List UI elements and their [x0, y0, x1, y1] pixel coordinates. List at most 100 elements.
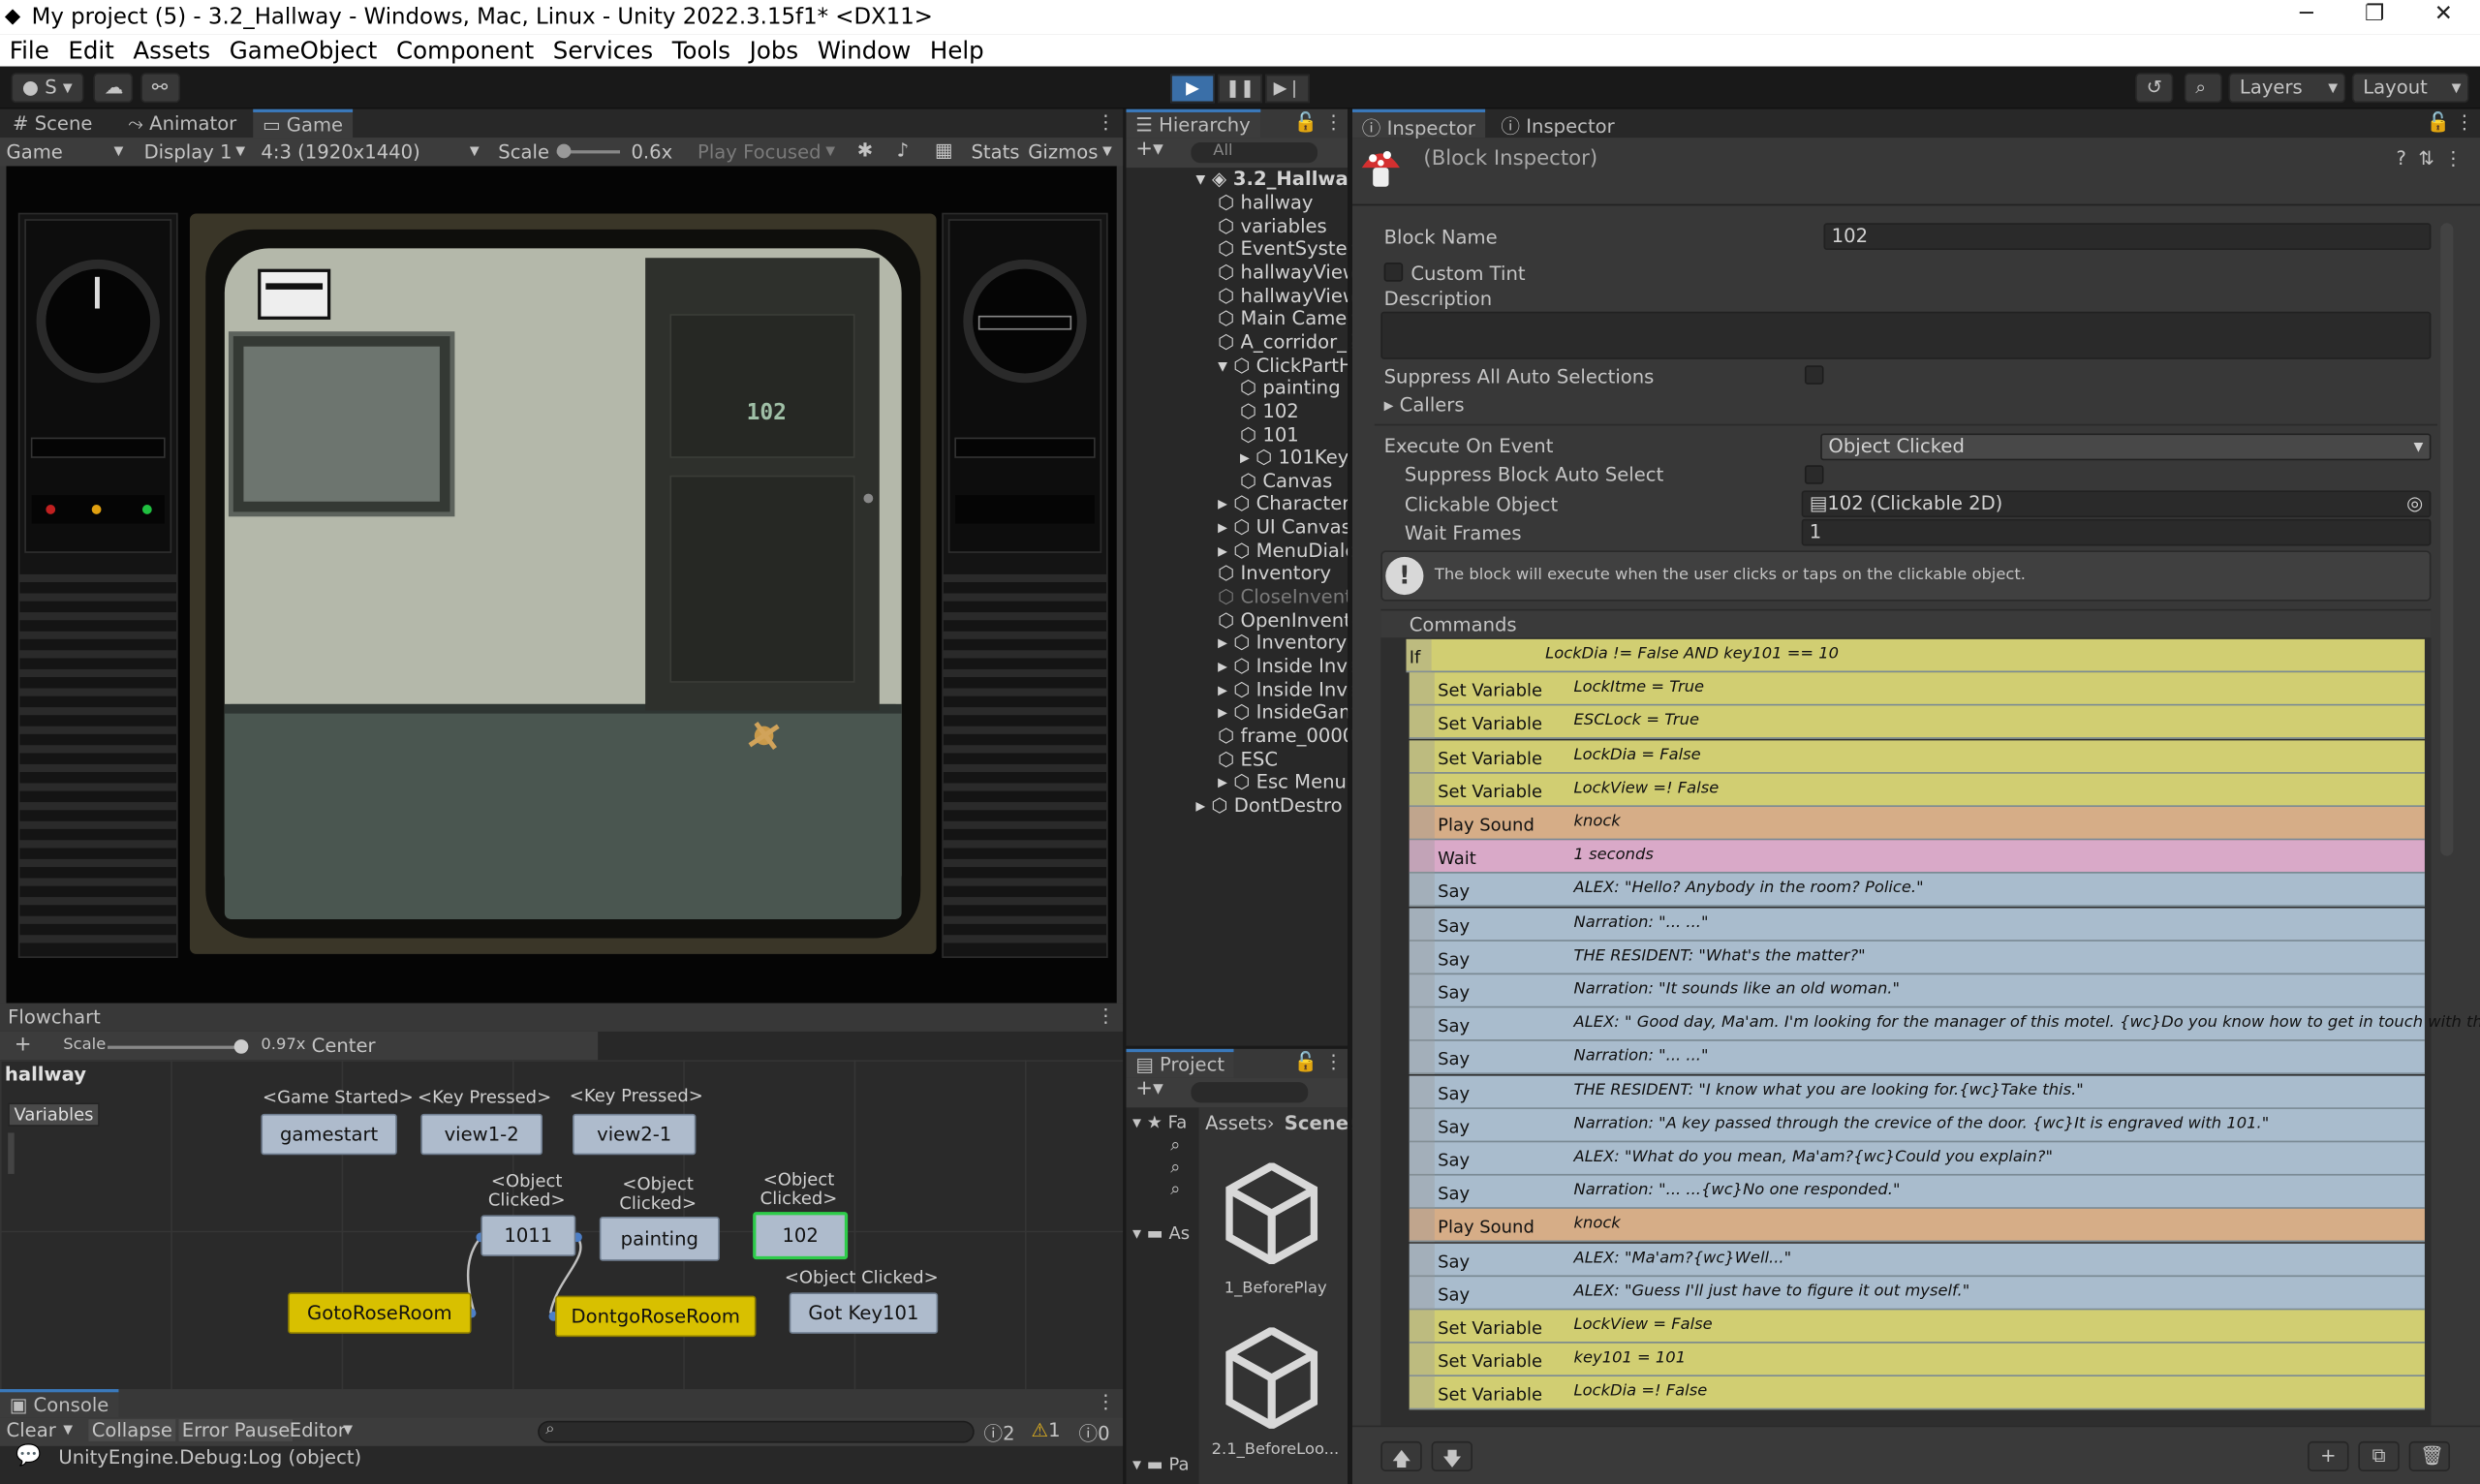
drag-handle[interactable] — [1409, 1142, 1435, 1176]
command-name: Set Variable — [1438, 1317, 1543, 1339]
drag-handle[interactable] — [1409, 773, 1435, 807]
command-summary: Narration: "... ..." — [1573, 1047, 1709, 1066]
command-summary: THE RESIDENT: "I know what you are looki… — [1573, 1081, 2084, 1099]
arrow-down-icon: 🡇 — [1442, 1447, 1463, 1470]
command-summary: ALEX: "Hello? Anybody in the room? Polic… — [1573, 880, 1924, 898]
command-row[interactable]: Set Variable LockItme = True — [1409, 672, 2425, 706]
command-row[interactable]: Say ALEX: " Good day, Ma'am. I'm looking … — [1409, 1007, 2480, 1042]
message-icon: 💬 — [16, 1444, 42, 1469]
command-name: Say — [1438, 1184, 1471, 1205]
drag-handle[interactable] — [1409, 1209, 1435, 1243]
command-summary: LockView =! False — [1573, 779, 1720, 797]
drag-handle[interactable] — [1409, 1175, 1435, 1210]
command-name: Play Sound — [1438, 1217, 1534, 1238]
error-pause-button[interactable]: Error Pause — [178, 1419, 294, 1441]
command-summary: Narration: "... ...{wc}No one responded.… — [1573, 1182, 1901, 1200]
command-row[interactable]: Play Sound knock — [1409, 806, 2425, 841]
delete-command-button[interactable]: 🗑 — [2408, 1440, 2451, 1471]
chevron-down-icon: ▾ — [343, 1417, 354, 1440]
command-summary: LockDia != False AND key101 == 10 — [1545, 645, 1840, 664]
command-summary: ALEX: "Ma'am?{wc}Well..." — [1573, 1249, 1792, 1267]
command-row[interactable]: If LockDia != False AND key101 == 10 — [1406, 638, 2425, 673]
command-name: Say — [1438, 1251, 1471, 1272]
command-row[interactable]: Say Narration: "A key passed through the … — [1409, 1108, 2425, 1142]
command-row[interactable]: Say THE RESIDENT: "What's the matter?" — [1409, 941, 2425, 974]
command-row[interactable]: Wait 1 seconds — [1409, 840, 2425, 874]
command-row[interactable]: Say Narration: "It sounds like an old wom… — [1409, 974, 2425, 1008]
command-row[interactable]: Say ALEX: "What do you mean, Ma'am?{wc}Co… — [1409, 1142, 2425, 1176]
drag-handle[interactable] — [1409, 739, 1435, 774]
command-row[interactable]: Say Narration: "... ...{wc}No one respond… — [1409, 1175, 2425, 1210]
duplicate-icon: ⧉ — [2372, 1444, 2386, 1468]
command-row[interactable]: Say ALEX: "Guess I'll just have to figure… — [1409, 1276, 2425, 1311]
command-summary: knock — [1573, 1216, 1621, 1233]
add-command-button[interactable]: + — [2308, 1440, 2349, 1471]
error-count[interactable]: ⓘ0 — [1079, 1419, 1110, 1446]
console-log-entry[interactable]: UnityEngine.Debug:Log (object) — [58, 1446, 361, 1469]
command-name: Say — [1438, 982, 1471, 1004]
command-summary: 1 seconds — [1573, 847, 1654, 865]
command-name: If — [1409, 647, 1421, 668]
drag-handle[interactable] — [1409, 1007, 1435, 1042]
duplicate-command-button[interactable]: ⧉ — [2358, 1440, 2400, 1471]
command-name: Say — [1438, 1083, 1471, 1104]
command-row[interactable]: Say Narration: "... ..." — [1409, 907, 2425, 942]
command-name: Say — [1438, 1150, 1471, 1171]
drag-handle[interactable] — [1409, 907, 1435, 942]
drag-handle[interactable] — [1409, 672, 1435, 706]
command-summary: LockDia = False — [1573, 746, 1701, 764]
chevron-down-icon: ▾ — [63, 1417, 74, 1440]
command-row[interactable]: Set Variable ESCLock = True — [1409, 706, 2425, 740]
move-up-button[interactable]: 🡅 — [1380, 1440, 1422, 1471]
command-row[interactable]: Say ALEX: "Hello? Anybody in the room? Po… — [1409, 874, 2425, 908]
drag-handle[interactable] — [1409, 1041, 1435, 1075]
command-row[interactable]: Say THE RESIDENT: "I know what you are lo… — [1409, 1074, 2425, 1109]
drag-handle[interactable] — [1409, 1074, 1435, 1109]
command-summary: LockView = False — [1573, 1315, 1713, 1334]
command-row[interactable]: Set Variable key101 = 101 — [1409, 1343, 2425, 1377]
command-name: Say — [1438, 881, 1471, 903]
command-name: Say — [1438, 1283, 1471, 1306]
command-summary: knock — [1573, 813, 1621, 831]
command-row[interactable]: Say ALEX: "Ma'am?{wc}Well..." — [1409, 1243, 2425, 1277]
warning-count[interactable]: ⚠1 — [1032, 1419, 1061, 1441]
command-row[interactable]: Set Variable LockDia =! False — [1409, 1376, 2425, 1410]
command-name: Say — [1438, 1049, 1471, 1070]
command-name: Set Variable — [1438, 714, 1543, 735]
console-search-input[interactable]: ⌕ — [538, 1420, 975, 1443]
drag-handle[interactable] — [1409, 874, 1435, 908]
arrow-up-icon: 🡅 — [1391, 1447, 1411, 1470]
packages-folder-icon[interactable]: ▾ ▬ Pa — [1132, 1454, 1189, 1474]
drag-handle[interactable] — [1409, 974, 1435, 1008]
drag-handle[interactable] — [1409, 1310, 1435, 1344]
drag-handle[interactable] — [1409, 1108, 1435, 1142]
drag-handle[interactable] — [1409, 1376, 1435, 1410]
drag-handle[interactable] — [1409, 1276, 1435, 1311]
drag-handle[interactable] — [1409, 941, 1435, 974]
clear-button[interactable]: Clear — [7, 1419, 56, 1441]
collapse-button[interactable]: Collapse — [88, 1419, 176, 1441]
drag-handle[interactable] — [1409, 806, 1435, 841]
drag-handle[interactable] — [1409, 1343, 1435, 1377]
command-row[interactable]: Say Narration: "... ..." — [1409, 1041, 2425, 1075]
search-icon: ⌕ — [545, 1420, 555, 1438]
command-row[interactable]: Play Sound knock — [1409, 1209, 2425, 1243]
command-row[interactable]: Set Variable LockDia = False — [1409, 739, 2425, 774]
command-name: Set Variable — [1438, 781, 1543, 802]
command-row[interactable]: Set Variable LockView =! False — [1409, 773, 2425, 807]
drag-handle[interactable] — [1409, 706, 1435, 740]
command-name: Play Sound — [1438, 815, 1534, 836]
editor-dropdown[interactable]: Editor — [290, 1419, 346, 1441]
command-name: Set Variable — [1438, 747, 1543, 769]
command-summary: LockDia =! False — [1573, 1383, 1708, 1402]
command-summary: ESCLock = True — [1573, 712, 1700, 730]
command-handles — [1380, 638, 1407, 1421]
move-down-button[interactable]: 🡇 — [1431, 1440, 1473, 1471]
drag-handle[interactable] — [1409, 840, 1435, 874]
unity-editor-window: { "window":{"title":"My project (5) - 3.… — [0, 0, 2480, 1484]
command-row[interactable]: Set Variable LockView = False — [1409, 1310, 2425, 1344]
trash-icon: 🗑 — [2420, 1444, 2444, 1468]
drag-handle[interactable] — [1409, 1243, 1435, 1277]
info-count[interactable]: ⓘ2 — [984, 1419, 1015, 1446]
scene-asset-label[interactable]: 2.1_BeforeLoo... — [1212, 1441, 1340, 1459]
